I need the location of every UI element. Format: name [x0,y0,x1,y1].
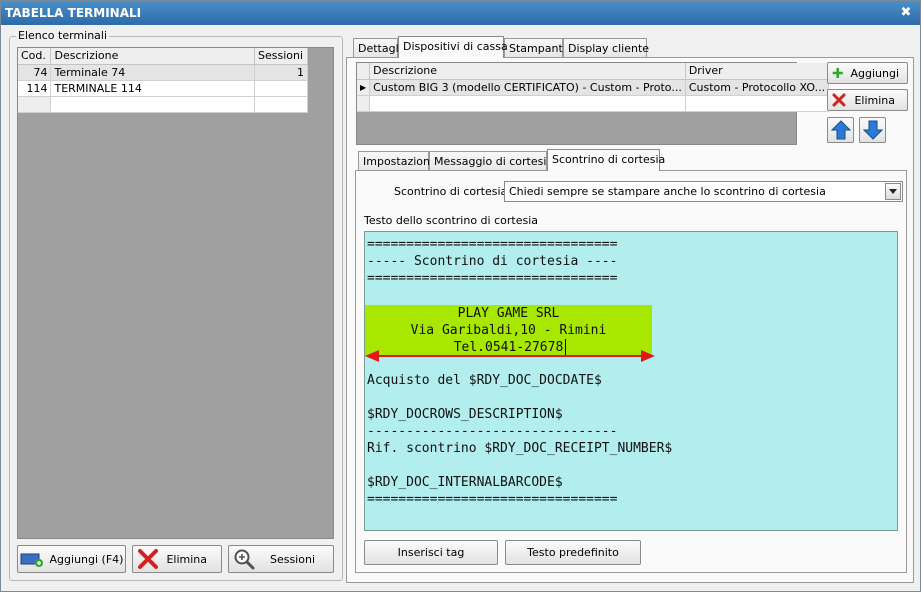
cell-sessioni: 1 [254,64,309,81]
tab-dettagli[interactable]: Dettagli [353,38,402,58]
receipt-line: Rif. scontrino $RDY_DOC_RECEIPT_NUMBER$ [367,441,673,456]
cell-empty [18,96,52,113]
cell-device-driver: Custom - Protocollo XO... [685,79,830,96]
add-device-button[interactable]: Aggiungi [827,62,908,84]
terminals-grid[interactable]: Cod. Descrizione Sessioni 74 Terminale 7… [17,47,334,539]
default-text-button[interactable]: Testo predefinito [505,540,641,565]
width-arrow-icon [365,350,655,362]
add-terminal-label: Aggiungi (F4) [49,552,124,566]
cell-cod: 74 [18,64,52,81]
move-up-button[interactable] [827,117,854,143]
courtesy-field-label: Scontrino di cortesia : [394,185,515,198]
cell-descrizione: Terminale 74 [50,64,255,81]
devices-grid[interactable]: Descrizione Driver ▶ Custom BIG 3 (model… [356,62,830,145]
add-terminal-icon [20,553,43,567]
move-down-button[interactable] [859,117,886,143]
col-device-descrizione[interactable]: Descrizione [369,63,686,80]
insert-tag-button[interactable]: Inserisci tag [364,540,498,565]
default-text-label: Testo predefinito [527,546,619,559]
window-title: TABELLA TERMINALI [5,6,142,20]
delete-terminal-button[interactable]: Elimina [132,545,222,573]
tab-stampanti[interactable]: Stampanti [504,38,566,58]
tab-messaggio-di-cortesia[interactable]: Messaggio di cortesia [429,151,553,171]
sessions-button[interactable]: Sessioni [228,545,334,573]
delete-icon [138,549,158,569]
plus-icon [832,67,843,79]
table-row[interactable]: 114 TERMINALE 114 [18,80,309,97]
receipt-line: Acquisto del $RDY_DOC_DOCDATE$ [367,373,602,388]
terminals-header-row: Cod. Descrizione Sessioni [18,48,309,65]
table-row[interactable]: ▶ Custom BIG 3 (modello CERTIFICATO) - C… [357,79,830,96]
cell-empty [369,95,686,112]
add-terminal-button[interactable]: Aggiungi (F4) [17,545,126,573]
devices-table: Descrizione Driver ▶ Custom BIG 3 (model… [357,63,830,112]
delete-terminal-label: Elimina [166,552,207,566]
receipt-line: $RDY_DOCROWS_DESCRIPTION$ [367,407,563,422]
col-cod[interactable]: Cod. [18,48,52,65]
zoom-in-icon [234,549,255,570]
col-device-driver[interactable]: Driver [685,63,830,80]
receipt-line: ================================ [367,492,618,507]
title-bar: TABELLA TERMINALI [1,1,920,25]
col-descrizione[interactable]: Descrizione [50,48,255,65]
courtesy-text-label: Testo dello scontrino di cortesia [364,214,538,227]
header-address-line: Via Garibaldi,10 - Rimini [410,323,607,338]
new-row[interactable] [18,96,309,113]
table-row[interactable]: 74 Terminale 74 1 [18,64,309,81]
terminals-group-caption: Elenco terminali [16,29,110,42]
chevron-down-icon[interactable] [885,183,901,200]
courtesy-text-editor[interactable]: ================================ ----- S… [364,231,898,531]
tab-display-cliente[interactable]: Display cliente [563,38,649,58]
receipt-line: ================================ [367,237,618,252]
cell-descrizione: TERMINALE 114 [50,80,255,97]
cell-empty [357,95,371,112]
tab-impostazioni[interactable]: Impostazioni [358,151,433,171]
add-device-label: Aggiungi [850,66,899,80]
col-sessioni[interactable]: Sessioni [254,48,309,65]
cell-sessioni [254,80,309,97]
cell-device-descrizione: Custom BIG 3 (modello CERTIFICATO) - Cus… [369,79,686,96]
sessions-label: Sessioni [269,552,315,566]
close-icon[interactable]: ✖ [898,5,914,21]
cell-cod: 114 [18,80,52,97]
delete-icon [832,93,846,107]
row-indicator-icon: ▶ [357,79,371,96]
cell-empty [685,95,830,112]
receipt-line: ----- Scontrino di cortesia ---- [367,254,618,269]
new-row[interactable] [357,95,830,112]
cell-empty [254,96,309,113]
terminals-table: Cod. Descrizione Sessioni 74 Terminale 7… [18,48,309,113]
arrow-down-icon [862,120,883,140]
receipt-line: ================================ [367,271,618,286]
devices-header-row: Descrizione Driver [357,63,830,80]
receipt-line: -------------------------------- [367,424,618,439]
tab-dispositivi-di-cassa[interactable]: Dispositivi di cassa [398,36,508,58]
arrow-up-icon [830,120,851,140]
header-company-line: PLAY GAME SRL [457,306,560,321]
devices-indicator-header [357,63,371,80]
tab-scontrino-di-cortesia[interactable]: Scontrino di cortesia [547,149,665,171]
window: TABELLA TERMINALI ✖ Elenco terminali Cod… [0,0,921,592]
delete-device-button[interactable]: Elimina [827,89,908,111]
cell-empty [50,96,255,113]
courtesy-select-value: Chiedi sempre se stampare anche lo scont… [509,185,826,198]
insert-tag-label: Inserisci tag [397,546,465,559]
delete-device-label: Elimina [854,93,895,107]
courtesy-select[interactable]: Chiedi sempre se stampare anche lo scont… [504,181,903,202]
receipt-line: $RDY_DOC_INTERNALBARCODE$ [367,475,563,490]
